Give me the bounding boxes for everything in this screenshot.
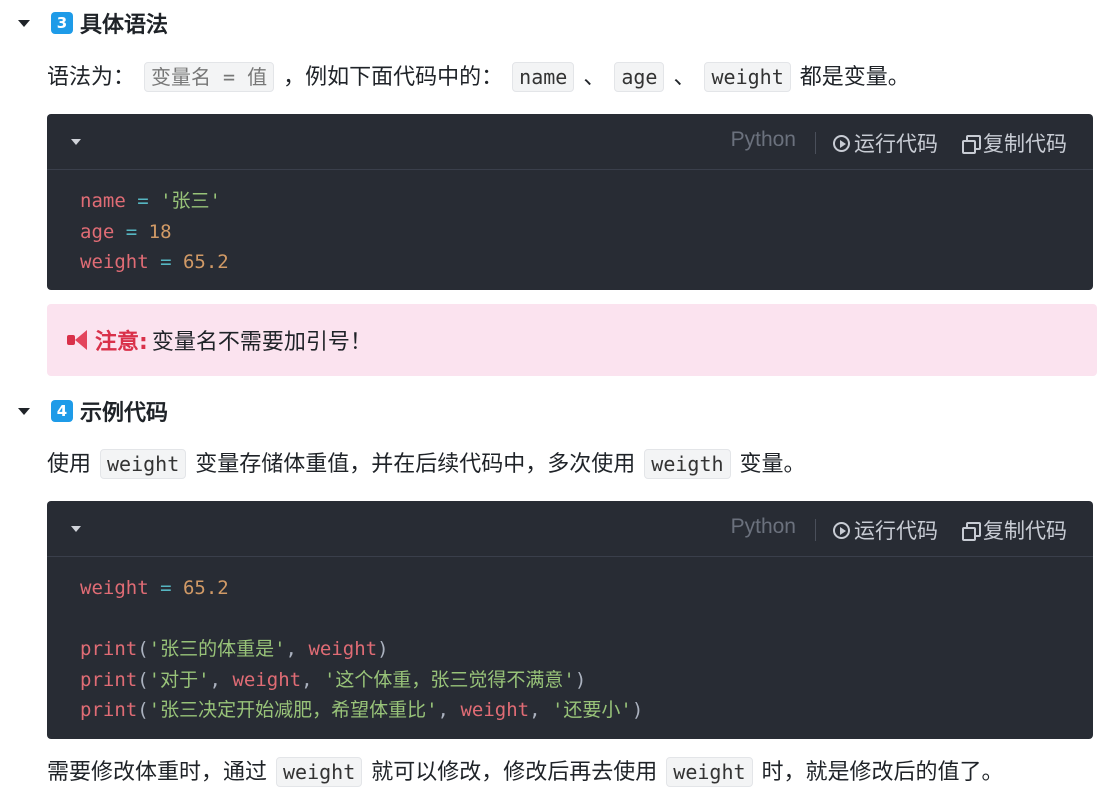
section-heading-3[interactable]: 3 具体语法 xyxy=(0,6,400,40)
code-line: age = 18 xyxy=(80,220,172,243)
section4-outro: 需要修改体重时，通过 weight 就可以修改，修改后再去使用 weight 时… xyxy=(47,757,1004,789)
section3-intro: 语法为： 变量名 = 值 ，例如下面代码中的： name 、 age 、 wei… xyxy=(47,62,910,94)
play-icon xyxy=(833,134,850,152)
inline-code-age: age xyxy=(614,62,665,92)
code-collapse-caret-icon[interactable] xyxy=(71,526,81,532)
code-line: print('张三的体重是', weight) xyxy=(80,638,389,660)
inline-code-weight: weight xyxy=(666,757,753,787)
megaphone-icon xyxy=(65,329,91,351)
copy-icon xyxy=(962,134,981,154)
collapse-caret-icon[interactable] xyxy=(18,20,30,27)
code-line-blank: ​ xyxy=(80,604,1060,635)
code-line: name = '张三' xyxy=(80,190,221,212)
inline-code-weight: weight xyxy=(100,449,187,479)
code-line: print('对于', weight, '这个体重，张三觉得不满意') xyxy=(80,668,587,691)
header-divider xyxy=(815,132,816,154)
header-divider xyxy=(815,519,816,541)
run-code-button[interactable]: 运行代码 xyxy=(833,128,938,158)
run-code-button[interactable]: 运行代码 xyxy=(833,515,938,545)
copy-icon xyxy=(962,521,981,541)
section-number-badge: 4 xyxy=(51,400,73,422)
code-line: print('张三决定开始减肥，希望体重比', weight, '还要小') xyxy=(80,699,644,721)
code-block-header: Python 运行代码 复制代码 xyxy=(47,114,1093,170)
section-heading-4[interactable]: 4 示例代码 xyxy=(0,394,400,428)
play-icon xyxy=(833,521,850,539)
code-line: weight = 65.2 xyxy=(80,577,229,599)
notice-label: 注意: xyxy=(95,330,148,355)
notice-text: 变量名不需要加引号！ xyxy=(151,330,372,355)
inline-code-weight: weight xyxy=(704,62,791,92)
copy-code-button[interactable]: 复制代码 xyxy=(962,128,1067,158)
notice-box: 注意: 变量名不需要加引号！ xyxy=(47,304,1097,376)
inline-code-weight: weight xyxy=(276,757,363,787)
code-block-header: Python 运行代码 复制代码 xyxy=(47,501,1093,557)
section-title: 具体语法 xyxy=(80,13,169,38)
code-collapse-caret-icon[interactable] xyxy=(71,139,81,145)
code-line: weight = 65.2 xyxy=(80,251,229,273)
inline-code-syntax: 变量名 = 值 xyxy=(144,62,275,92)
code-language-label: Python xyxy=(730,515,796,538)
code-content[interactable]: name = '张三' age = 18 weight = 65.2 xyxy=(47,170,1093,290)
copy-code-button[interactable]: 复制代码 xyxy=(962,515,1067,545)
code-block: Python 运行代码 复制代码 name = '张三' age = 18 weig… xyxy=(47,114,1093,290)
section-number-badge: 3 xyxy=(51,12,73,34)
inline-code-weigth: weigth xyxy=(644,449,731,479)
code-content[interactable]: weight = 65.2 ​ print('张三的体重是', weight) pri… xyxy=(47,557,1093,739)
section4-intro: 使用 weight 变量存储体重值，并在后续代码中，多次使用 weigth 变量… xyxy=(47,449,806,481)
code-block: Python 运行代码 复制代码 weight = 65.2 ​ print('张三… xyxy=(47,501,1093,739)
section-title: 示例代码 xyxy=(80,401,169,426)
code-language-label: Python xyxy=(730,128,796,151)
collapse-caret-icon[interactable] xyxy=(18,408,30,415)
inline-code-name: name xyxy=(512,62,575,92)
